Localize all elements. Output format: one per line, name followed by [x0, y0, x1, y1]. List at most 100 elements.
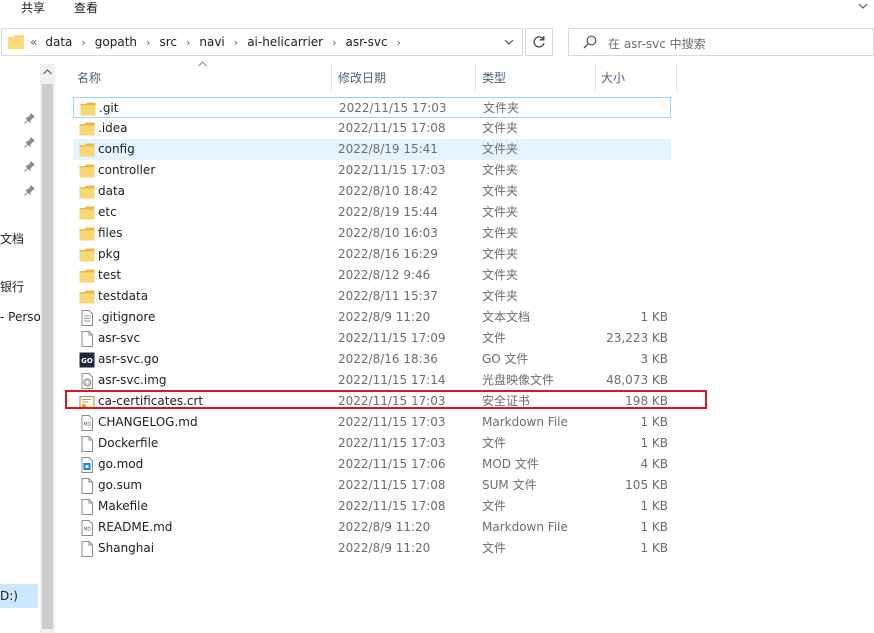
file-date: 2022/8/16 18:36	[338, 352, 438, 366]
file-type: 文件夹	[482, 205, 519, 219]
file-size: 105 KB	[625, 478, 668, 492]
column-header-size[interactable]: 大小	[601, 64, 625, 92]
file-row[interactable]: GO asr-svc.go 2022/8/16 18:36 GO 文件 3 KB	[73, 349, 671, 370]
folder-icon	[79, 226, 95, 242]
file-name: .idea	[98, 121, 128, 135]
refresh-button[interactable]	[525, 28, 553, 56]
chevron-right-icon[interactable]: ›	[186, 36, 190, 49]
file-row[interactable]: MD CHANGELOG.md 2022/11/15 17:03 Markdown F…	[73, 412, 671, 433]
file-icon	[79, 541, 95, 557]
svg-text:MD: MD	[84, 422, 92, 428]
tab-share[interactable]: 共享	[21, 0, 45, 16]
file-type: 文件夹	[482, 247, 519, 261]
address-history-button[interactable]	[498, 29, 520, 55]
file-row[interactable]: asr-svc.img 2022/11/15 17:14 光盘映像文件 48,073 …	[73, 370, 671, 391]
folder-icon	[79, 121, 95, 137]
column-divider[interactable]	[475, 64, 476, 92]
file-row[interactable]: Shanghai 2022/8/9 11:20 文件 1 KB	[73, 538, 671, 559]
file-type: 文件	[482, 331, 507, 345]
folder-icon	[8, 35, 24, 49]
file-size: 1 KB	[640, 415, 668, 429]
file-row[interactable]: .gitignore 2022/8/9 11:20 文本文档 1 KB	[73, 307, 671, 328]
column-divider[interactable]	[676, 64, 677, 92]
crumb-ai-helicarrier[interactable]: ai-helicarrier	[245, 35, 325, 49]
column-divider[interactable]	[331, 64, 332, 92]
file-date: 2022/11/15 17:03	[338, 436, 446, 450]
file-type: 文件夹	[482, 268, 519, 282]
column-header-name[interactable]: 名称	[77, 64, 101, 92]
file-row[interactable]: asr-svc 2022/11/15 17:09 文件 23,223 KB	[73, 328, 671, 349]
file-date: 2022/11/15 17:08	[338, 478, 446, 492]
file-row[interactable]: config 2022/8/19 15:41 文件夹	[73, 139, 671, 160]
file-row[interactable]: pkg 2022/8/16 16:29 文件夹	[73, 244, 671, 265]
text-file-icon	[79, 310, 95, 326]
file-icon	[79, 499, 95, 515]
file-size: 1 KB	[640, 310, 668, 324]
file-name: config	[98, 142, 135, 156]
column-header-type[interactable]: 类型	[482, 64, 506, 92]
chevron-down-icon[interactable]	[858, 2, 868, 10]
crumb-data[interactable]: data	[43, 35, 74, 49]
sort-ascending-icon	[198, 61, 207, 67]
file-size: 1 KB	[640, 541, 668, 555]
file-name: .gitignore	[98, 310, 156, 324]
tab-view[interactable]: 查看	[74, 0, 98, 16]
file-row[interactable]: etc 2022/8/19 15:44 文件夹	[73, 202, 671, 223]
file-row[interactable]: MD README.md 2022/8/9 11:20 Markdown File 1 …	[73, 517, 671, 538]
file-date: 2022/8/10 18:42	[338, 184, 438, 198]
chevron-right-icon[interactable]: ›	[332, 36, 336, 49]
crumb-src[interactable]: src	[157, 35, 179, 49]
crumb-asr-svc[interactable]: asr-svc	[344, 35, 390, 49]
chevron-right-icon[interactable]: ›	[81, 36, 85, 49]
file-date: 2022/8/19 15:41	[338, 142, 438, 156]
file-size: 1 KB	[640, 520, 668, 534]
nav-item-drive-d[interactable]: D:)	[0, 584, 38, 608]
file-row[interactable]: go.mod 2022/11/15 17:06 MOD 文件 4 KB	[73, 454, 671, 475]
folder-icon	[79, 184, 95, 200]
file-row[interactable]: controller 2022/11/15 17:03 文件夹	[73, 160, 671, 181]
file-row[interactable]: files 2022/8/10 16:03 文件夹	[73, 223, 671, 244]
nav-item-drive-label: D:)	[0, 589, 18, 603]
file-type: 文件	[482, 436, 507, 450]
crumb-gopath[interactable]: gopath	[93, 35, 139, 49]
file-date: 2022/8/11 15:37	[338, 289, 438, 303]
scroll-up-icon[interactable]	[43, 69, 52, 75]
chevron-right-icon[interactable]: ›	[234, 36, 238, 49]
column-header-date[interactable]: 修改日期	[338, 64, 386, 92]
address-bar[interactable]: « data › gopath › src › navi › ai-helica…	[1, 28, 523, 56]
breadcrumb-overflow[interactable]: «	[30, 35, 37, 49]
file-date: 2022/8/9 11:20	[338, 310, 431, 324]
nav-item-documents[interactable]: 文档	[0, 230, 24, 247]
nav-scrollbar-thumb[interactable]	[42, 84, 53, 629]
file-name: asr-svc	[98, 331, 141, 345]
file-row[interactable]: Makefile 2022/11/15 17:08 文件 1 KB	[73, 496, 671, 517]
chevron-right-icon[interactable]: ›	[397, 36, 401, 49]
file-type: 文件夹	[482, 226, 519, 240]
file-icon	[79, 478, 95, 494]
file-type: 文件夹	[482, 121, 519, 135]
file-row[interactable]: .idea 2022/11/15 17:08 文件夹	[73, 118, 671, 139]
file-row[interactable]: test 2022/8/12 9:46 文件夹	[73, 265, 671, 286]
file-row[interactable]: Dockerfile 2022/11/15 17:03 文件 1 KB	[73, 433, 671, 454]
pin-icon[interactable]	[24, 136, 36, 148]
search-input[interactable]: 在 asr-svc 中搜索	[568, 28, 874, 56]
file-date: 2022/11/15 17:14	[338, 373, 446, 387]
pin-icon[interactable]	[24, 184, 36, 196]
folder-icon	[79, 163, 95, 179]
file-row[interactable]: .git 2022/11/15 17:03 文件夹	[73, 97, 671, 118]
chevron-right-icon[interactable]: ›	[146, 36, 150, 49]
file-row[interactable]: data 2022/8/10 18:42 文件夹	[73, 181, 671, 202]
file-type: 文件夹	[482, 142, 519, 156]
pin-icon[interactable]	[24, 160, 36, 172]
crumb-navi[interactable]: navi	[197, 35, 226, 49]
file-row[interactable]: testdata 2022/8/11 15:37 文件夹	[73, 286, 671, 307]
nav-item-personal[interactable]: - Perso	[0, 310, 40, 324]
file-name: CHANGELOG.md	[98, 415, 198, 429]
file-name: files	[98, 226, 123, 240]
file-row[interactable]: go.sum 2022/11/15 17:08 SUM 文件 105 KB	[73, 475, 671, 496]
search-placeholder: 在 asr-svc 中搜索	[608, 37, 706, 51]
pin-icon[interactable]	[24, 112, 36, 124]
navigation-pane: 文档 银行 - Perso	[0, 64, 40, 633]
column-divider[interactable]	[595, 64, 596, 92]
nav-item-bank[interactable]: 银行	[0, 278, 24, 295]
